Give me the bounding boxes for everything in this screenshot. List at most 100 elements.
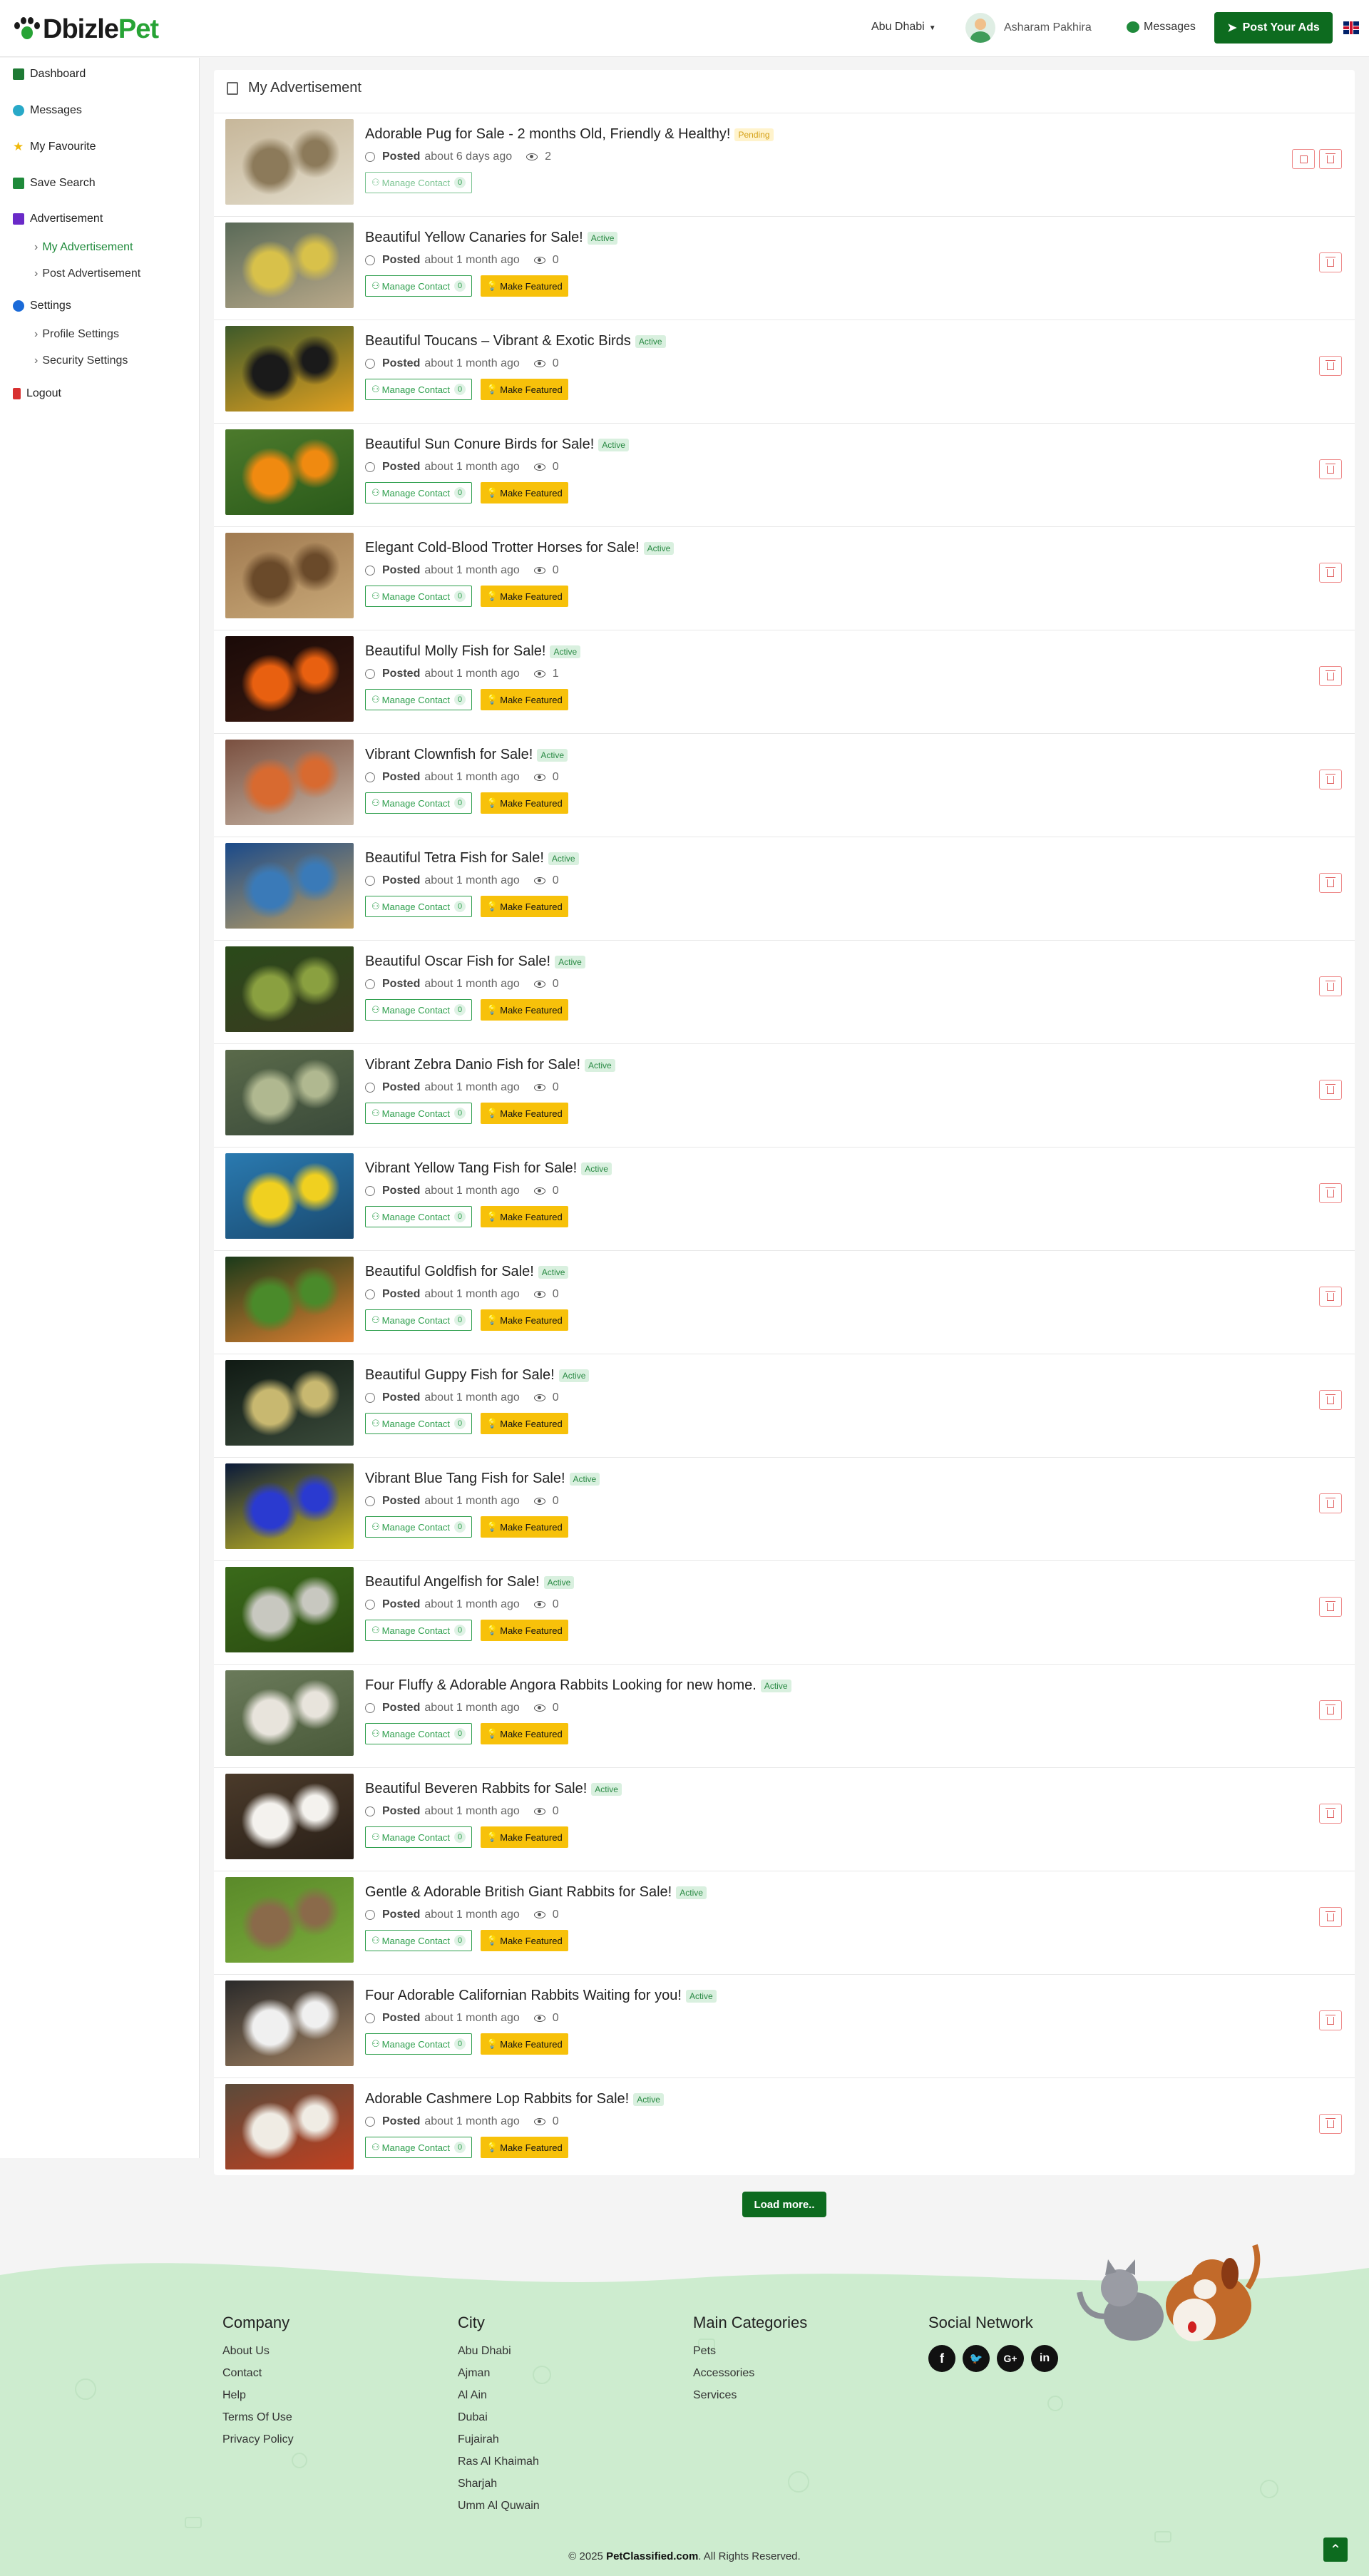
sidebar-item-messages[interactable]: Messages	[13, 104, 82, 117]
manage-contact-button[interactable]: ⚇ Manage Contact 0	[365, 896, 473, 917]
facebook-icon[interactable]: f	[928, 2345, 955, 2372]
delete-button[interactable]	[1319, 1804, 1342, 1824]
footer-link-about[interactable]: About Us	[222, 2345, 294, 2367]
ad-title[interactable]: Four Fluffy & Adorable Angora Rabbits Lo…	[365, 1677, 791, 1694]
ad-title[interactable]: Vibrant Clownfish for Sale! Active	[365, 747, 568, 763]
make-featured-button[interactable]: 💡 Make Featured	[481, 482, 568, 504]
ad-title[interactable]: Vibrant Blue Tang Fish for Sale! Active	[365, 1471, 600, 1487]
make-featured-button[interactable]: 💡 Make Featured	[481, 1826, 568, 1848]
footer-link-city[interactable]: Sharjah	[458, 2478, 540, 2500]
delete-button[interactable]	[1319, 149, 1342, 169]
delete-button[interactable]	[1319, 356, 1342, 376]
ad-thumbnail[interactable]	[225, 223, 354, 308]
manage-contact-button[interactable]: ⚇ Manage Contact 0	[365, 999, 473, 1021]
ad-title[interactable]: Beautiful Toucans – Vibrant & Exotic Bir…	[365, 333, 666, 349]
ad-thumbnail[interactable]	[225, 429, 354, 515]
sidebar-item-dashboard[interactable]: Dashboard	[13, 68, 86, 81]
delete-button[interactable]	[1319, 1700, 1342, 1720]
manage-contact-button[interactable]: ⚇ Manage Contact 0	[365, 2137, 473, 2158]
make-featured-button[interactable]: 💡 Make Featured	[481, 1516, 568, 1538]
make-featured-button[interactable]: 💡 Make Featured	[481, 792, 568, 814]
manage-contact-button[interactable]: ⚇ Manage Contact 0	[365, 792, 473, 814]
ad-title[interactable]: Beautiful Tetra Fish for Sale! Active	[365, 850, 579, 867]
delete-button[interactable]	[1319, 2010, 1342, 2030]
city-selector[interactable]: Abu Dhabi ▼	[871, 21, 936, 34]
manage-contact-button[interactable]: ⚇ Manage Contact 0	[365, 689, 473, 710]
manage-contact-button[interactable]: ⚇ Manage Contact 0	[365, 1620, 473, 1641]
make-featured-button[interactable]: 💡 Make Featured	[481, 1309, 568, 1331]
delete-button[interactable]	[1319, 1183, 1342, 1203]
google-plus-icon[interactable]: G+	[997, 2345, 1024, 2372]
linkedin-icon[interactable]: in	[1031, 2345, 1058, 2372]
manage-contact-button[interactable]: ⚇ Manage Contact 0	[365, 1413, 473, 1434]
header-messages-link[interactable]: Messages	[1127, 21, 1196, 34]
make-featured-button[interactable]: 💡 Make Featured	[481, 1930, 568, 1951]
ad-title[interactable]: Beautiful Molly Fish for Sale! Active	[365, 643, 581, 660]
delete-button[interactable]	[1319, 252, 1342, 272]
make-featured-button[interactable]: 💡 Make Featured	[481, 1723, 568, 1744]
ad-thumbnail[interactable]	[225, 946, 354, 1032]
make-featured-button[interactable]: 💡 Make Featured	[481, 896, 568, 917]
edit-button[interactable]	[1292, 149, 1315, 169]
ad-title[interactable]: Beautiful Yellow Canaries for Sale! Activ…	[365, 230, 618, 246]
footer-link-city[interactable]: Umm Al Quwain	[458, 2500, 540, 2522]
delete-button[interactable]	[1319, 1287, 1342, 1307]
user-menu[interactable]: Asharam Pakhira	[965, 13, 1092, 43]
delete-button[interactable]	[1319, 1493, 1342, 1513]
ad-thumbnail[interactable]	[225, 1153, 354, 1239]
ad-thumbnail[interactable]	[225, 1050, 354, 1135]
ad-thumbnail[interactable]	[225, 2084, 354, 2169]
make-featured-button[interactable]: 💡 Make Featured	[481, 689, 568, 710]
manage-contact-button[interactable]: ⚇ Manage Contact 0	[365, 1309, 473, 1331]
ad-thumbnail[interactable]	[225, 843, 354, 929]
ad-title[interactable]: Beautiful Goldfish for Sale! Active	[365, 1264, 569, 1280]
make-featured-button[interactable]: 💡 Make Featured	[481, 586, 568, 607]
delete-button[interactable]	[1319, 2114, 1342, 2134]
ad-title[interactable]: Beautiful Sun Conure Birds for Sale! Acti…	[365, 436, 629, 453]
sidebar-item-security-settings[interactable]: › Security Settings	[34, 354, 128, 367]
footer-link-category[interactable]: Accessories	[693, 2367, 807, 2389]
ad-title[interactable]: Adorable Pug for Sale - 2 months Old, Fr…	[365, 126, 774, 143]
footer-link-city[interactable]: Ajman	[458, 2367, 540, 2389]
ad-thumbnail[interactable]	[225, 636, 354, 722]
manage-contact-button[interactable]: ⚇ Manage Contact 0	[365, 172, 473, 193]
manage-contact-button[interactable]: ⚇ Manage Contact 0	[365, 275, 473, 297]
footer-link-city[interactable]: Fujairah	[458, 2433, 540, 2455]
ad-thumbnail[interactable]	[225, 740, 354, 825]
footer-link-city[interactable]: Dubai	[458, 2411, 540, 2433]
make-featured-button[interactable]: 💡 Make Featured	[481, 1413, 568, 1434]
manage-contact-button[interactable]: ⚇ Manage Contact 0	[365, 482, 473, 504]
ad-thumbnail[interactable]	[225, 1360, 354, 1446]
ad-thumbnail[interactable]	[225, 533, 354, 618]
ad-thumbnail[interactable]	[225, 1567, 354, 1652]
make-featured-button[interactable]: 💡 Make Featured	[481, 2137, 568, 2158]
ad-title[interactable]: Vibrant Yellow Tang Fish for Sale! Active	[365, 1160, 612, 1177]
make-featured-button[interactable]: 💡 Make Featured	[481, 1620, 568, 1641]
make-featured-button[interactable]: 💡 Make Featured	[481, 1103, 568, 1124]
footer-link-category[interactable]: Services	[693, 2389, 807, 2411]
ad-thumbnail[interactable]	[225, 1774, 354, 1859]
footer-link-contact[interactable]: Contact	[222, 2367, 294, 2389]
ad-title[interactable]: Beautiful Angelfish for Sale! Active	[365, 1574, 575, 1590]
ad-title[interactable]: Four Adorable Californian Rabbits Waitin…	[365, 1988, 717, 2004]
manage-contact-button[interactable]: ⚇ Manage Contact 0	[365, 1516, 473, 1538]
manage-contact-button[interactable]: ⚇ Manage Contact 0	[365, 2033, 473, 2055]
make-featured-button[interactable]: 💡 Make Featured	[481, 275, 568, 297]
ad-title[interactable]: Gentle & Adorable British Giant Rabbits …	[365, 1884, 707, 1901]
sidebar-item-profile-settings[interactable]: › Profile Settings	[34, 328, 119, 341]
make-featured-button[interactable]: 💡 Make Featured	[481, 999, 568, 1021]
footer-link-city[interactable]: Ras Al Khaimah	[458, 2455, 540, 2478]
ad-thumbnail[interactable]	[225, 119, 354, 205]
sidebar-item-my-advertisement[interactable]: › My Advertisement	[34, 241, 133, 254]
ad-thumbnail[interactable]	[225, 1463, 354, 1549]
ad-title[interactable]: Vibrant Zebra Danio Fish for Sale! Active	[365, 1057, 615, 1073]
delete-button[interactable]	[1319, 666, 1342, 686]
sidebar-item-favourite[interactable]: ★ My Favourite	[13, 140, 96, 153]
footer-link-privacy[interactable]: Privacy Policy	[222, 2433, 294, 2455]
ad-thumbnail[interactable]	[225, 326, 354, 412]
ad-title[interactable]: Elegant Cold-Blood Trotter Horses for Sa…	[365, 540, 675, 556]
footer-link-terms[interactable]: Terms Of Use	[222, 2411, 294, 2433]
post-ads-button[interactable]: ➤ Post Your Ads	[1214, 12, 1333, 44]
manage-contact-button[interactable]: ⚇ Manage Contact 0	[365, 1826, 473, 1848]
delete-button[interactable]	[1319, 976, 1342, 996]
